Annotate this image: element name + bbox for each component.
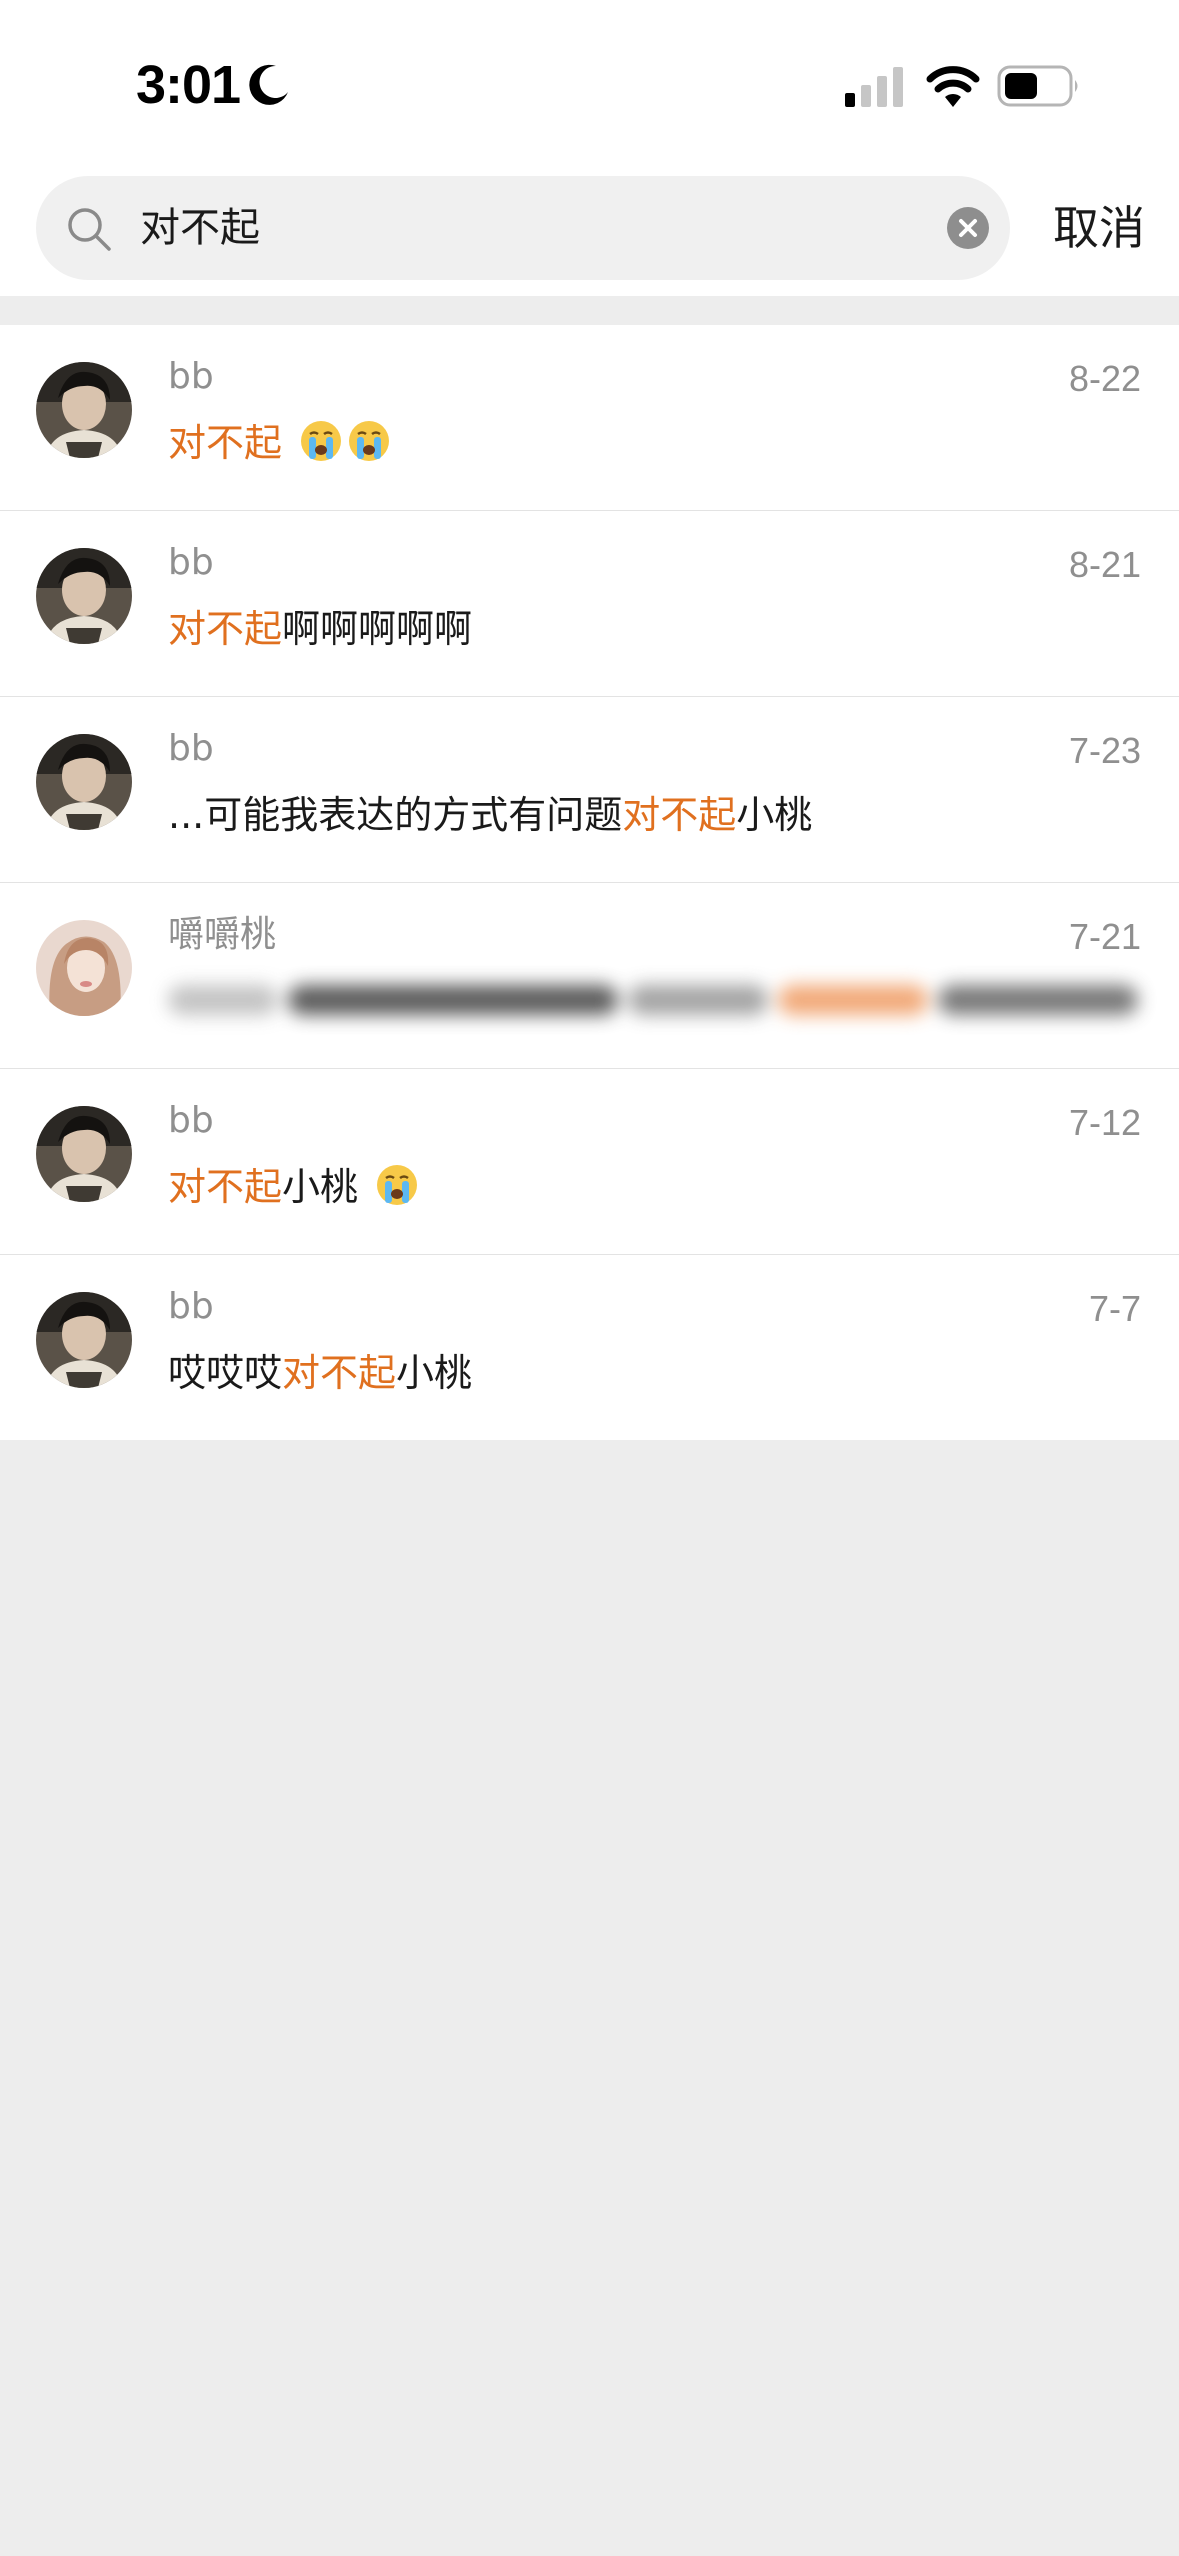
top-area: 3:01 取消 — [0, 0, 1179, 296]
blurred-message-snippet — [168, 975, 1138, 1025]
contact-name: bb — [168, 728, 214, 769]
message-snippet: ...可能我表达的方式有问题对不起小桃 — [168, 787, 812, 843]
crying-face-emoji-icon — [301, 421, 342, 461]
message-snippet: 对不起小桃 — [168, 1159, 418, 1215]
wifi-icon — [926, 66, 980, 107]
result-item[interactable]: bb 7-7 哎哎哎对不起小桃 — [0, 1254, 1179, 1440]
crying-face-emoji-icon — [349, 421, 390, 461]
moon-icon — [249, 64, 288, 105]
battery-icon — [997, 65, 1078, 107]
result-item[interactable]: bb 8-21 对不起啊啊啊啊啊 — [0, 510, 1179, 696]
result-item[interactable]: 嚼嚼桃 7-21 — [0, 882, 1179, 1068]
message-snippet: 对不起啊啊啊啊啊 — [168, 601, 472, 657]
snippet-before: ...可能我表达的方式有问题 — [168, 793, 623, 837]
contact-name: bb — [168, 1100, 214, 1141]
message-date: 8-21 — [1068, 544, 1141, 585]
contact-name: bb — [168, 356, 214, 397]
snippet-match: 对不起 — [282, 1351, 397, 1395]
avatar — [36, 1106, 132, 1202]
result-item[interactable]: bb 8-22 对不起 — [0, 325, 1179, 510]
cellular-signal-icon — [845, 67, 903, 107]
contact-name: bb — [168, 542, 214, 583]
result-item[interactable]: bb 7-23 ...可能我表达的方式有问题对不起小桃 — [0, 696, 1179, 882]
message-date: 8-22 — [1068, 358, 1141, 399]
message-snippet: 对不起 — [168, 415, 390, 471]
snippet-after: 小桃 — [396, 1351, 473, 1395]
search-results-list: bb 8-22 对不起 bb 8-21 对不起啊啊啊啊啊 bb 7-23 ...… — [0, 325, 1179, 1440]
cancel-button[interactable]: 取消 — [1053, 196, 1145, 260]
snippet-after: 小桃 — [282, 1165, 359, 1209]
crying-face-emoji-icon — [377, 1165, 418, 1205]
avatar — [36, 362, 132, 458]
snippet-after: 啊啊啊啊啊 — [282, 607, 473, 651]
contact-name: 嚼嚼桃 — [168, 914, 277, 955]
message-date: 7-12 — [1068, 1102, 1141, 1143]
clear-search-icon[interactable] — [946, 206, 990, 250]
avatar — [36, 734, 132, 830]
snippet-after: 小桃 — [736, 793, 813, 837]
snippet-match: 对不起 — [168, 421, 283, 465]
avatar — [36, 920, 132, 1016]
status-time: 3:01 — [136, 55, 241, 115]
message-snippet: 哎哎哎对不起小桃 — [168, 1345, 472, 1401]
snippet-before: 哎哎哎 — [168, 1351, 283, 1395]
avatar — [36, 548, 132, 644]
avatar — [36, 1292, 132, 1388]
contact-name: bb — [168, 1286, 214, 1327]
snippet-match: 对不起 — [622, 793, 737, 837]
message-date: 7-21 — [1068, 916, 1141, 957]
message-date: 7-7 — [1088, 1288, 1141, 1329]
snippet-match: 对不起 — [168, 607, 283, 651]
search-icon — [68, 208, 111, 251]
search-bar[interactable] — [36, 176, 1010, 280]
message-date: 7-23 — [1068, 730, 1141, 771]
status-bar: 3:01 — [0, 0, 1179, 170]
snippet-match: 对不起 — [168, 1165, 283, 1209]
search-input[interactable] — [140, 200, 840, 256]
result-item[interactable]: bb 7-12 对不起小桃 — [0, 1068, 1179, 1254]
